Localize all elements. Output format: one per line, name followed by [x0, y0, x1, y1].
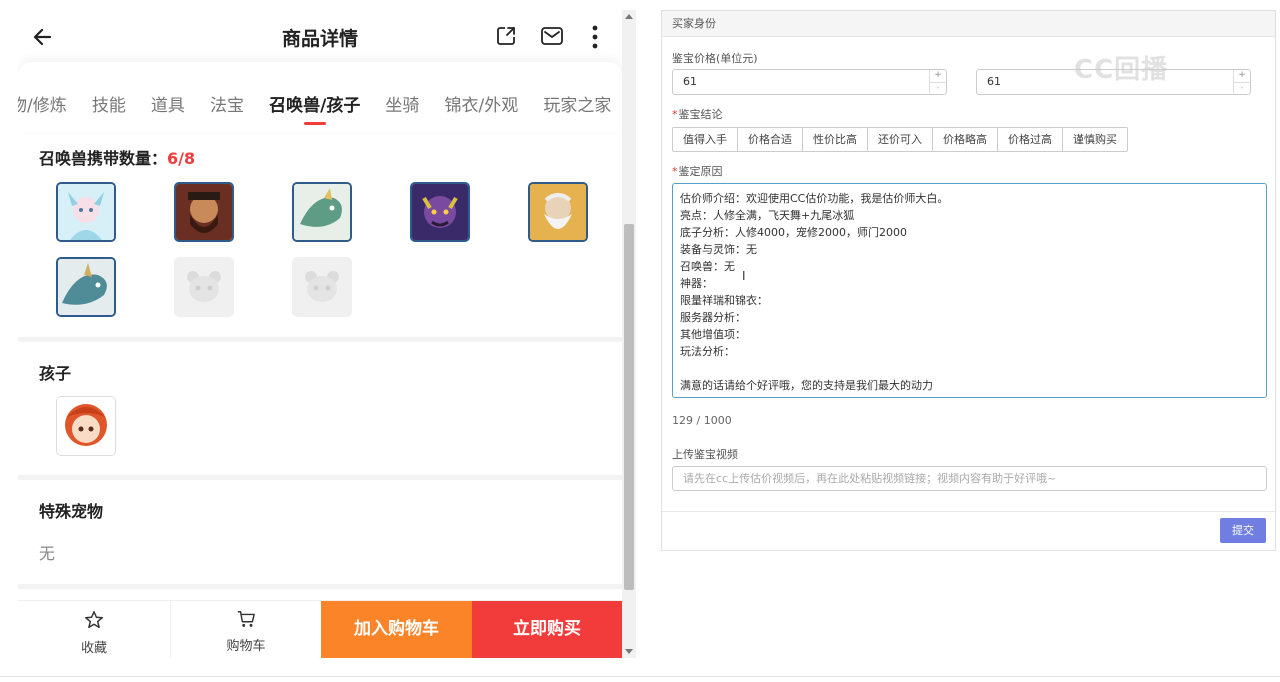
add-to-cart-button[interactable]: 加入购物车 [321, 601, 472, 658]
char-counter: 129 / 1000 [672, 414, 732, 427]
reason-line: 装备与灵饰：无 [680, 243, 757, 256]
price-min-stepper[interactable]: + - [929, 70, 946, 94]
favorite-button[interactable]: 收藏 [18, 601, 170, 658]
summon-count-label: 召唤兽携带数量： [39, 149, 168, 168]
scroll-down-arrow-icon[interactable] [625, 649, 633, 654]
increment-icon[interactable]: + [930, 70, 946, 82]
reason-line: 玩法分析： [680, 345, 735, 358]
share-icon[interactable] [494, 24, 518, 48]
appraisal-form: 买家身份 鉴宝价格(单位元) 61 + - 61 + - CC回播 *鉴宝结论 值得… [661, 10, 1276, 551]
conclusion-good-value[interactable]: 性价比高 [802, 127, 868, 152]
price-min-value: 61 [683, 75, 697, 88]
summon-slot-3[interactable] [292, 182, 352, 242]
price-label: 鉴宝价格(单位元) [672, 52, 758, 65]
reason-line: 限量祥瑞和锦衣： [680, 294, 768, 307]
tab-magic-treasure[interactable]: 法宝 [210, 91, 244, 116]
tab-outfits[interactable]: 锦衣/外观 [445, 91, 519, 116]
price-max-stepper[interactable]: + - [1233, 70, 1250, 94]
section-divider [18, 584, 622, 589]
product-detail-screen: 商品详情 物/修炼 技能 道具 法宝 召唤兽/孩子 坐骑 锦衣/外观 玩家之家 … [18, 0, 622, 660]
summon-count-value: 6/8 [167, 149, 196, 168]
mobile-product-pane: 商品详情 物/修炼 技能 道具 法宝 召唤兽/孩子 坐骑 锦衣/外观 玩家之家 … [0, 0, 636, 660]
scroll-thumb[interactable] [624, 224, 634, 590]
reason-textarea[interactable]: 估价师介绍：欢迎使用CC估价功能，我是估价师大白。 亮点：人修全满，飞天舞+九尾… [672, 183, 1267, 398]
summon-dragon-avatar [58, 259, 114, 315]
summon-slot-2[interactable] [174, 182, 234, 242]
submit-button[interactable]: 提交 [1220, 518, 1266, 543]
tab-skills[interactable]: 技能 [92, 91, 126, 116]
section-divider [18, 337, 622, 342]
special-pet-heading: 特殊宠物 [39, 502, 104, 521]
top-bar: 商品详情 [18, 0, 622, 70]
form-header: 买家身份 [662, 11, 1275, 37]
cart-button[interactable]: 购物车 [170, 601, 321, 658]
price-max-input[interactable]: 61 + - [976, 69, 1251, 95]
conclusion-worth-buying[interactable]: 值得入手 [672, 127, 738, 152]
conclusion-bargain-ok[interactable]: 还价可入 [867, 127, 933, 152]
reason-line: 其他增值项： [680, 328, 746, 341]
reason-line: 估价师介绍：欢迎使用CC估价功能，我是估价师大白。 [680, 192, 949, 205]
summon-slot-8-empty[interactable] [292, 257, 352, 317]
conclusion-label: *鉴宝结论 [672, 108, 723, 121]
summon-slot-7-empty[interactable] [174, 257, 234, 317]
summon-cat-girl-avatar [58, 184, 114, 240]
reason-line: 服务器分析： [680, 311, 746, 324]
decrement-icon[interactable]: - [930, 82, 946, 94]
increment-icon[interactable]: + [1234, 70, 1250, 82]
more-menu-icon[interactable] [588, 24, 602, 50]
tab-items[interactable]: 道具 [151, 91, 185, 116]
tab-summons-children[interactable]: 召唤兽/孩子 [269, 91, 360, 125]
conclusion-fair-price[interactable]: 价格合适 [737, 127, 803, 152]
tab-player-home[interactable]: 玩家之家 [543, 91, 611, 116]
cart-label: 购物车 [226, 639, 266, 654]
summon-slot-6[interactable] [56, 257, 116, 317]
summon-count-heading: 召唤兽携带数量：6/8 [39, 145, 195, 169]
reason-line: 底子分析：人修4000，宠修2000，师门2000 [680, 226, 907, 239]
summon-dragon-avatar [294, 184, 350, 240]
cart-icon [237, 611, 255, 627]
conclusion-options: 值得入手 价格合适 性价比高 还价可入 价格略高 价格过高 谨慎购买 [672, 127, 1128, 152]
page-scrollbar[interactable] [622, 10, 636, 658]
panda-placeholder-icon [187, 271, 221, 302]
reason-label: *鉴定原因 [672, 165, 723, 178]
bottom-action-bar: 收藏 购物车 加入购物车 立即购买 [18, 600, 622, 658]
page-title: 商品详情 [281, 28, 358, 50]
child-heading: 孩子 [39, 364, 72, 383]
panda-placeholder-icon [305, 271, 339, 302]
mail-icon[interactable] [540, 25, 564, 47]
summon-elder-avatar [530, 184, 586, 240]
reason-line: 召唤兽：无 [680, 260, 735, 273]
reason-line [680, 360, 1259, 377]
category-tabs: 物/修炼 技能 道具 法宝 召唤兽/孩子 坐骑 锦衣/外观 玩家之家 [18, 62, 622, 132]
summon-slot-1[interactable] [56, 182, 116, 242]
favorite-label: 收藏 [80, 641, 107, 656]
window-bottom-border [0, 676, 1280, 677]
summon-warrior-avatar [176, 184, 232, 240]
summon-slot-5[interactable] [528, 182, 588, 242]
text-cursor-icon: I [742, 269, 746, 283]
star-icon [85, 611, 103, 629]
conclusion-buy-cautiously[interactable]: 谨慎购买 [1062, 127, 1128, 152]
video-link-input[interactable]: 请先在cc上传估价视频后，再在此处粘贴视频链接；视频内容有助于好评哦~ [672, 466, 1267, 491]
video-label: 上传鉴宝视频 [672, 448, 738, 461]
form-footer-divider [662, 511, 1275, 512]
tab-mounts[interactable]: 坐骑 [385, 91, 419, 116]
reason-line: 亮点：人修全满，飞天舞+九尾冰狐 [680, 209, 855, 222]
child-avatar [57, 397, 115, 455]
price-max-value: 61 [987, 75, 1001, 88]
section-divider [18, 475, 622, 480]
decrement-icon[interactable]: - [1234, 82, 1250, 94]
reason-line: 满意的话请给个好评哦，您的支持是我们最大的动力 [680, 379, 933, 392]
reason-line: 神器： [680, 277, 713, 290]
scroll-up-arrow-icon[interactable] [625, 14, 633, 19]
conclusion-too-high[interactable]: 价格过高 [997, 127, 1063, 152]
conclusion-slightly-high[interactable]: 价格略高 [932, 127, 998, 152]
child-slot[interactable] [56, 396, 116, 456]
tab-cultivation[interactable]: 物/修炼 [18, 91, 67, 116]
price-min-input[interactable]: 61 + - [672, 69, 947, 95]
buy-now-button[interactable]: 立即购买 [472, 601, 622, 658]
summon-demon-avatar [412, 184, 468, 240]
special-pet-value: 无 [39, 544, 56, 563]
summon-slot-4[interactable] [410, 182, 470, 242]
